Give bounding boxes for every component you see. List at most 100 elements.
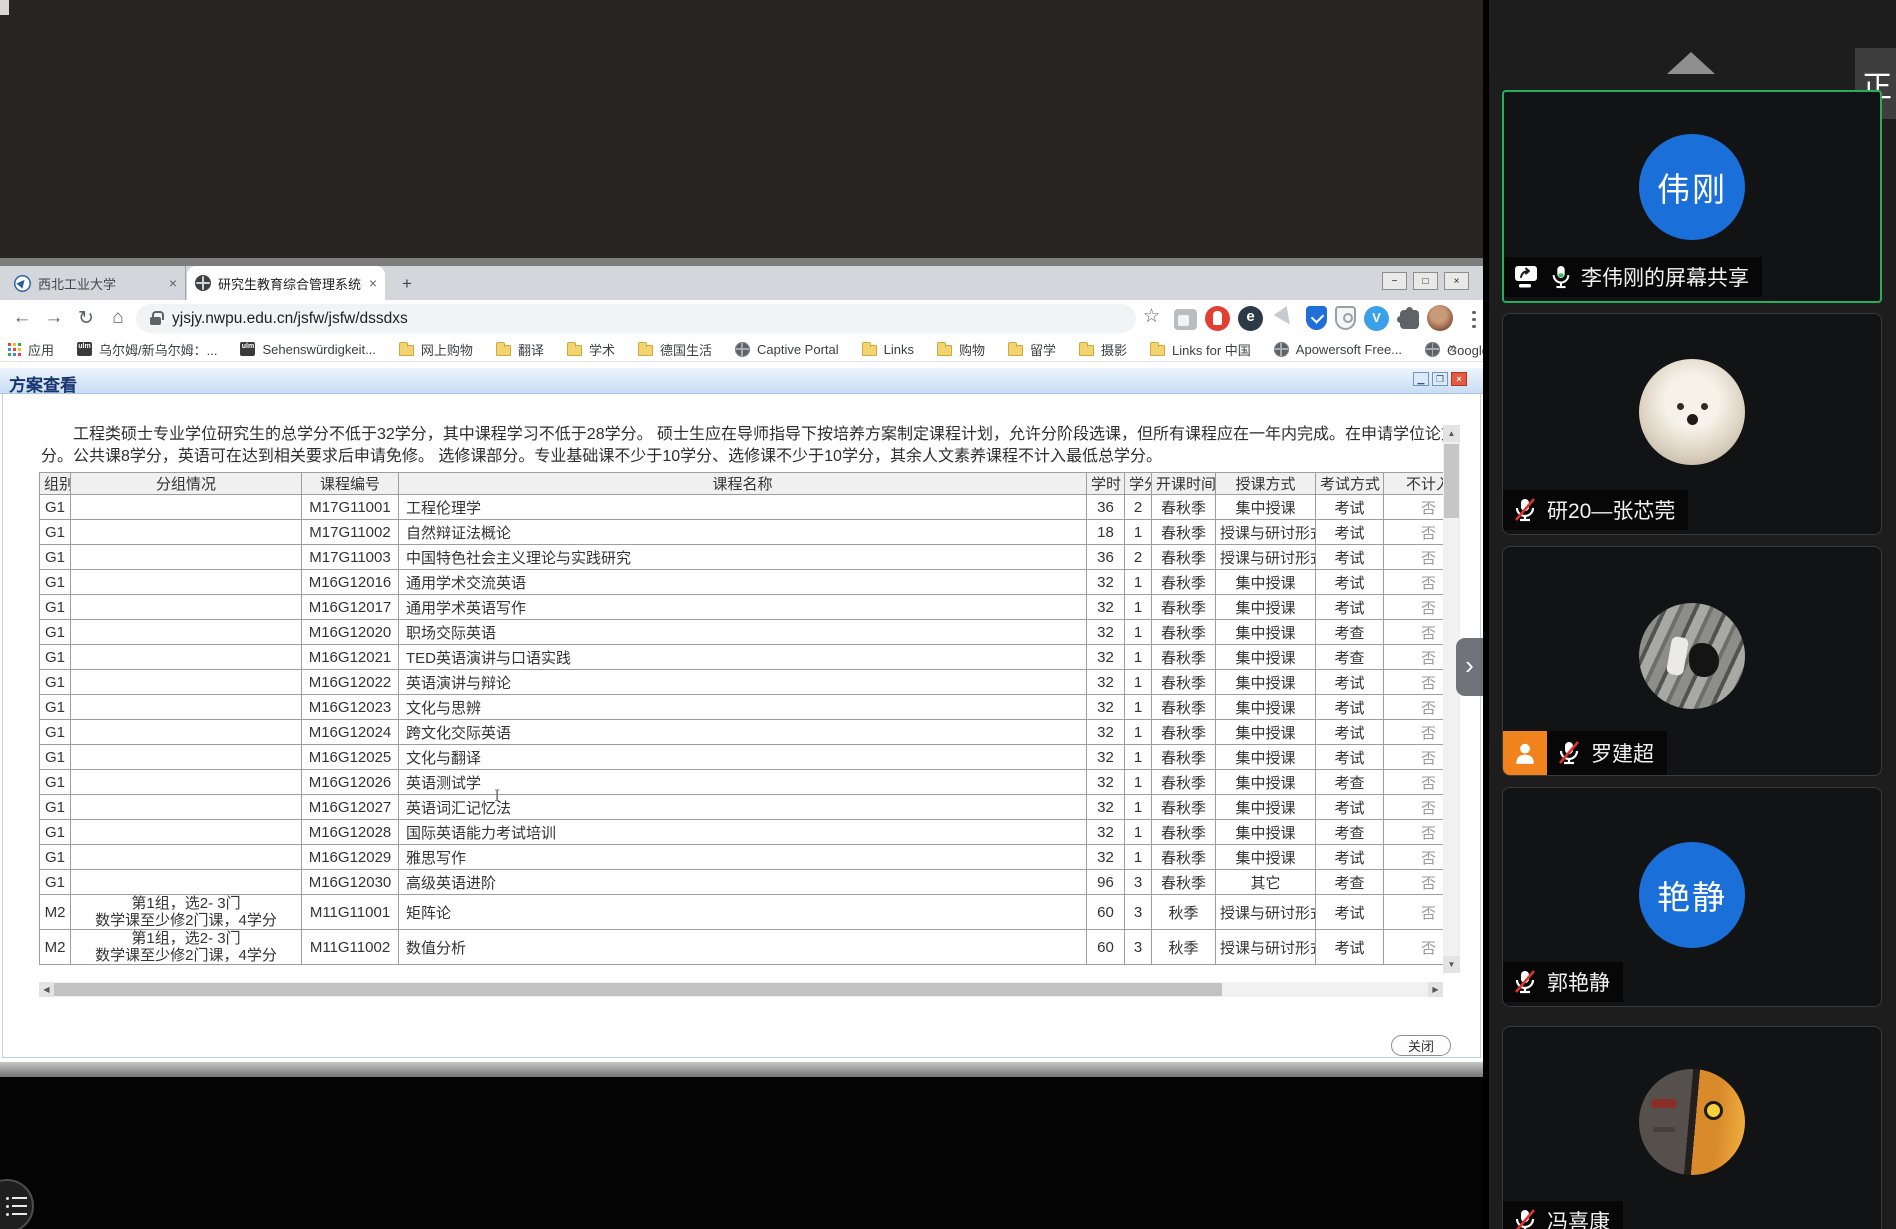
- bookmark-label: Links for 中国: [1172, 340, 1251, 359]
- modal-content: 工程类硕士专业学位研究生的总学分不低于32学分，其中课程学习不低于28学分。 硕…: [2, 394, 1481, 1058]
- extension-icon[interactable]: [1306, 306, 1327, 330]
- bookmarks-overflow-chevron[interactable]: »: [1449, 339, 1457, 356]
- cell-course-code: M16G12017: [302, 595, 399, 620]
- table-row: G1 M16G12022 英语演讲与辩论 32 1 春秋季 集中授课 考试: [40, 670, 1444, 695]
- avatar: 艳静: [1639, 842, 1745, 948]
- extension-icon[interactable]: [1461, 306, 1486, 331]
- cell-course-name: 通用学术交流英语: [399, 570, 1087, 595]
- scroll-right-button[interactable]: ▶: [1428, 982, 1443, 997]
- cell-hours: 60: [1087, 895, 1125, 930]
- participant-tile-liweigang[interactable]: 伟刚 李伟刚的屏幕共享: [1502, 90, 1882, 303]
- bookmark-item[interactable]: 应用: [8, 340, 54, 359]
- cell-course-name: 跨文化交际英语: [399, 720, 1087, 745]
- extension-icon[interactable]: [1364, 306, 1389, 331]
- chevron-right-icon: ›: [1465, 650, 1474, 681]
- cell-course-code: M16G12029: [302, 845, 399, 870]
- bookmark-item[interactable]: Links for 中国: [1150, 340, 1251, 359]
- extension-icon[interactable]: [1335, 306, 1356, 330]
- browser-tab-nwpu[interactable]: 西北工业大学 ×: [6, 266, 186, 300]
- forward-button[interactable]: →: [40, 304, 68, 332]
- participant-name: 罗建超: [1591, 738, 1654, 768]
- participant-tile-zhangxinguan[interactable]: 研20—张芯莞: [1502, 313, 1882, 535]
- cell-excluded: 否: [1384, 895, 1444, 930]
- vertical-scroll-thumb[interactable]: [1444, 444, 1459, 518]
- lock-icon[interactable]: [150, 317, 161, 325]
- participant-tile-guoyanjing[interactable]: 艳静 郭艳静: [1502, 787, 1882, 1007]
- reload-button[interactable]: ↻: [72, 304, 100, 332]
- bookmark-star-icon[interactable]: ☆: [1143, 305, 1160, 328]
- modal-restore-button[interactable]: ❐: [1432, 372, 1448, 386]
- cell-group: G1: [40, 495, 71, 520]
- extension-icon[interactable]: [1238, 306, 1263, 331]
- extension-icon[interactable]: [1400, 310, 1419, 329]
- bookmark-icon: [1425, 342, 1440, 357]
- cell-credits: 1: [1125, 595, 1152, 620]
- modal-close-button[interactable]: ×: [1451, 372, 1467, 386]
- horizontal-scrollbar[interactable]: ◀ ▶: [39, 982, 1443, 997]
- modal-minimize-button[interactable]: ▁: [1413, 372, 1429, 386]
- bookmark-item[interactable]: Links: [862, 342, 914, 357]
- vertical-scrollbar[interactable]: ▲ ▼: [1443, 425, 1460, 973]
- floating-menu-button[interactable]: [0, 1179, 34, 1229]
- extension-icon[interactable]: [1427, 305, 1453, 331]
- tab-close-icon[interactable]: ×: [169, 275, 177, 291]
- cell-hours: 60: [1087, 930, 1125, 965]
- scroll-down-button[interactable]: ▼: [1443, 956, 1460, 973]
- extension-icon[interactable]: [1271, 306, 1296, 331]
- bookmark-item[interactable]: 留学: [1008, 340, 1056, 359]
- new-tab-button[interactable]: +: [396, 273, 418, 295]
- cell-exam-mode: 考查: [1316, 870, 1384, 895]
- omnibox[interactable]: yjsjy.nwpu.edu.cn/jsfw/jsfw/dssdxs: [136, 304, 1136, 333]
- back-button[interactable]: ←: [8, 304, 36, 332]
- bookmark-item[interactable]: 网上购物: [399, 340, 473, 359]
- bookmark-item[interactable]: 购物: [937, 340, 985, 359]
- participant-label: 罗建超: [1547, 731, 1667, 775]
- extension-icon[interactable]: [1205, 306, 1230, 331]
- globe-favicon-icon: [195, 275, 211, 291]
- participant-name: 李伟刚的屏幕共享: [1581, 262, 1749, 292]
- participant-tile-fengxikang[interactable]: 冯喜康: [1502, 1026, 1882, 1229]
- collapse-panel-arrow[interactable]: [1667, 52, 1715, 74]
- home-button[interactable]: ⌂: [104, 304, 132, 332]
- url-text[interactable]: yjsjy.nwpu.edu.cn/jsfw/jsfw/dssdxs: [172, 310, 408, 328]
- column-header: 考试方式: [1316, 473, 1384, 495]
- horizontal-scroll-thumb[interactable]: [54, 983, 1222, 996]
- extension-icon[interactable]: [1174, 309, 1197, 330]
- side-panel-flap[interactable]: ›: [1456, 638, 1483, 696]
- bookmark-item[interactable]: Sehenswürdigkeit...: [240, 342, 375, 357]
- column-header: 开课时间: [1152, 473, 1216, 495]
- cell-term: 秋季: [1152, 895, 1216, 930]
- tab-close-icon[interactable]: ×: [369, 275, 377, 291]
- browser-tab-yjsjy[interactable]: 研究生教育综合管理系统(教师版 ×: [187, 266, 385, 300]
- bookmark-item[interactable]: Captive Portal: [735, 342, 839, 357]
- scroll-up-button[interactable]: ▲: [1443, 425, 1460, 442]
- cell-group: G1: [40, 595, 71, 620]
- bookmark-item[interactable]: 摄影: [1079, 340, 1127, 359]
- window-minimize-button[interactable]: −: [1382, 272, 1407, 290]
- bookmark-item[interactable]: 德国生活: [638, 340, 712, 359]
- table-row: G1 M16G12026 英语测试学 32 1 春秋季 集中授课 考查: [40, 770, 1444, 795]
- participant-tile-luojianchao[interactable]: 罗建超: [1502, 546, 1882, 776]
- cell-course-name: 职场交际英语: [399, 620, 1087, 645]
- bookmark-item[interactable]: 学术: [567, 340, 615, 359]
- cell-hours: 32: [1087, 795, 1125, 820]
- cell-excluded: 否: [1384, 495, 1444, 520]
- cell-teaching-mode: 集中授课: [1216, 745, 1316, 770]
- bookmark-item[interactable]: Apowersoft Free...: [1274, 342, 1402, 357]
- window-maximize-button[interactable]: □: [1413, 272, 1438, 290]
- close-button[interactable]: 关闭: [1391, 1035, 1451, 1056]
- scroll-left-button[interactable]: ◀: [39, 982, 54, 997]
- cell-term: 春秋季: [1152, 845, 1216, 870]
- cell-group-info: [71, 645, 302, 670]
- cell-excluded: 否: [1384, 820, 1444, 845]
- window-close-button[interactable]: ×: [1444, 272, 1469, 290]
- cell-course-name: 英语演讲与辩论: [399, 670, 1087, 695]
- bookmark-item[interactable]: 乌尔姆/新乌尔姆：...: [77, 340, 217, 359]
- bookmark-label: Links: [884, 342, 914, 357]
- cell-teaching-mode: 集中授课: [1216, 620, 1316, 645]
- cell-exam-mode: 考试: [1316, 720, 1384, 745]
- cell-teaching-mode: 集中授课: [1216, 820, 1316, 845]
- bookmark-item[interactable]: 翻译: [496, 340, 544, 359]
- bookmark-icon: [1079, 345, 1094, 356]
- cell-group-info: [71, 720, 302, 745]
